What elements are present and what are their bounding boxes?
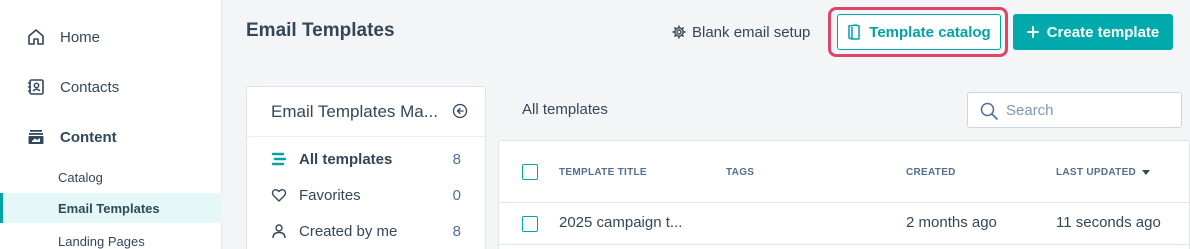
- sidebar-subitem-label: Landing Pages: [58, 233, 145, 249]
- template-created-cell: 2 months ago: [906, 214, 997, 231]
- folder-item-created-by-me[interactable]: Created by me 8: [247, 213, 485, 249]
- folder-item-all-templates[interactable]: All templates 8: [247, 141, 485, 177]
- create-template-button[interactable]: Create template: [1013, 14, 1173, 50]
- folder-item-count: 8: [452, 222, 461, 240]
- folder-item-favorites[interactable]: Favorites 0: [247, 177, 485, 213]
- collapse-panel-icon[interactable]: [452, 103, 470, 121]
- column-header-title[interactable]: TEMPLATE TITLE: [559, 167, 647, 178]
- content-icon: [26, 127, 46, 147]
- blank-email-setup-label: Blank email setup: [692, 23, 811, 41]
- sort-descending-icon: [1142, 169, 1151, 176]
- sidebar-subitem-label: Catalog: [58, 169, 103, 185]
- search-icon: [979, 101, 999, 121]
- column-header-created[interactable]: CREATED: [906, 167, 956, 178]
- template-catalog-button[interactable]: Template catalog: [837, 14, 1001, 50]
- sidebar-item-content[interactable]: Content: [0, 117, 222, 157]
- sidebar-subitem-landing-pages[interactable]: Landing Pages: [0, 226, 222, 249]
- sidebar-item-label: Home: [60, 28, 101, 46]
- column-header-last-updated[interactable]: LAST UPDATED: [1056, 167, 1151, 178]
- template-title-cell[interactable]: 2025 campaign t...: [559, 214, 682, 231]
- home-icon: [26, 27, 46, 47]
- all-templates-icon: [270, 150, 288, 168]
- select-all-checkbox[interactable]: [522, 164, 538, 180]
- column-header-tags[interactable]: TAGS: [726, 167, 754, 178]
- sidebar-subitem-email-templates[interactable]: Email Templates: [0, 193, 222, 223]
- templates-table: TEMPLATE TITLE TAGS CREATED LAST UPDATED…: [498, 140, 1190, 249]
- plus-icon: [1026, 26, 1039, 38]
- template-updated-cell: 11 seconds ago: [1056, 214, 1161, 231]
- sidebar-item-label: Contacts: [60, 78, 120, 96]
- section-label: All templates: [522, 101, 608, 118]
- person-icon: [270, 222, 288, 240]
- sidebar-item-label: Content: [60, 128, 117, 146]
- sidebar-item-contacts[interactable]: Contacts: [0, 67, 222, 107]
- sidebar-item-home[interactable]: Home: [0, 17, 222, 57]
- gear-icon: [672, 25, 686, 39]
- folder-panel-title: Email Templates Ma...: [271, 102, 438, 121]
- row-checkbox[interactable]: [522, 216, 538, 232]
- heart-icon: [270, 186, 288, 204]
- folder-panel-header: Email Templates Ma...: [247, 87, 485, 137]
- contacts-icon: [26, 77, 46, 97]
- blank-email-setup-button[interactable]: Blank email setup: [672, 20, 810, 44]
- sidebar: Home Contacts Content Catalog Email Temp…: [0, 0, 222, 249]
- table-header: TEMPLATE TITLE TAGS CREATED LAST UPDATED: [499, 141, 1190, 203]
- sidebar-subitem-label: Email Templates: [58, 200, 160, 216]
- template-catalog-label: Template catalog: [869, 23, 991, 41]
- sidebar-subitem-catalog[interactable]: Catalog: [0, 162, 222, 192]
- create-template-label: Create template: [1046, 23, 1160, 41]
- folder-item-label: Created by me: [299, 222, 398, 240]
- page-title: Email Templates: [246, 20, 395, 41]
- folder-item-label: Favorites: [299, 186, 361, 204]
- folder-item-count: 8: [452, 150, 461, 168]
- folder-panel: Email Templates Ma... All templates 8 Fa…: [246, 86, 486, 249]
- book-icon: [847, 24, 861, 40]
- table-row[interactable]: 2025 campaign t... 2 months ago 11 secon…: [499, 203, 1190, 245]
- search-box[interactable]: [967, 92, 1182, 128]
- search-input[interactable]: [1006, 98, 1176, 122]
- folder-item-count: 0: [452, 186, 461, 204]
- folder-item-label: All templates: [299, 150, 393, 168]
